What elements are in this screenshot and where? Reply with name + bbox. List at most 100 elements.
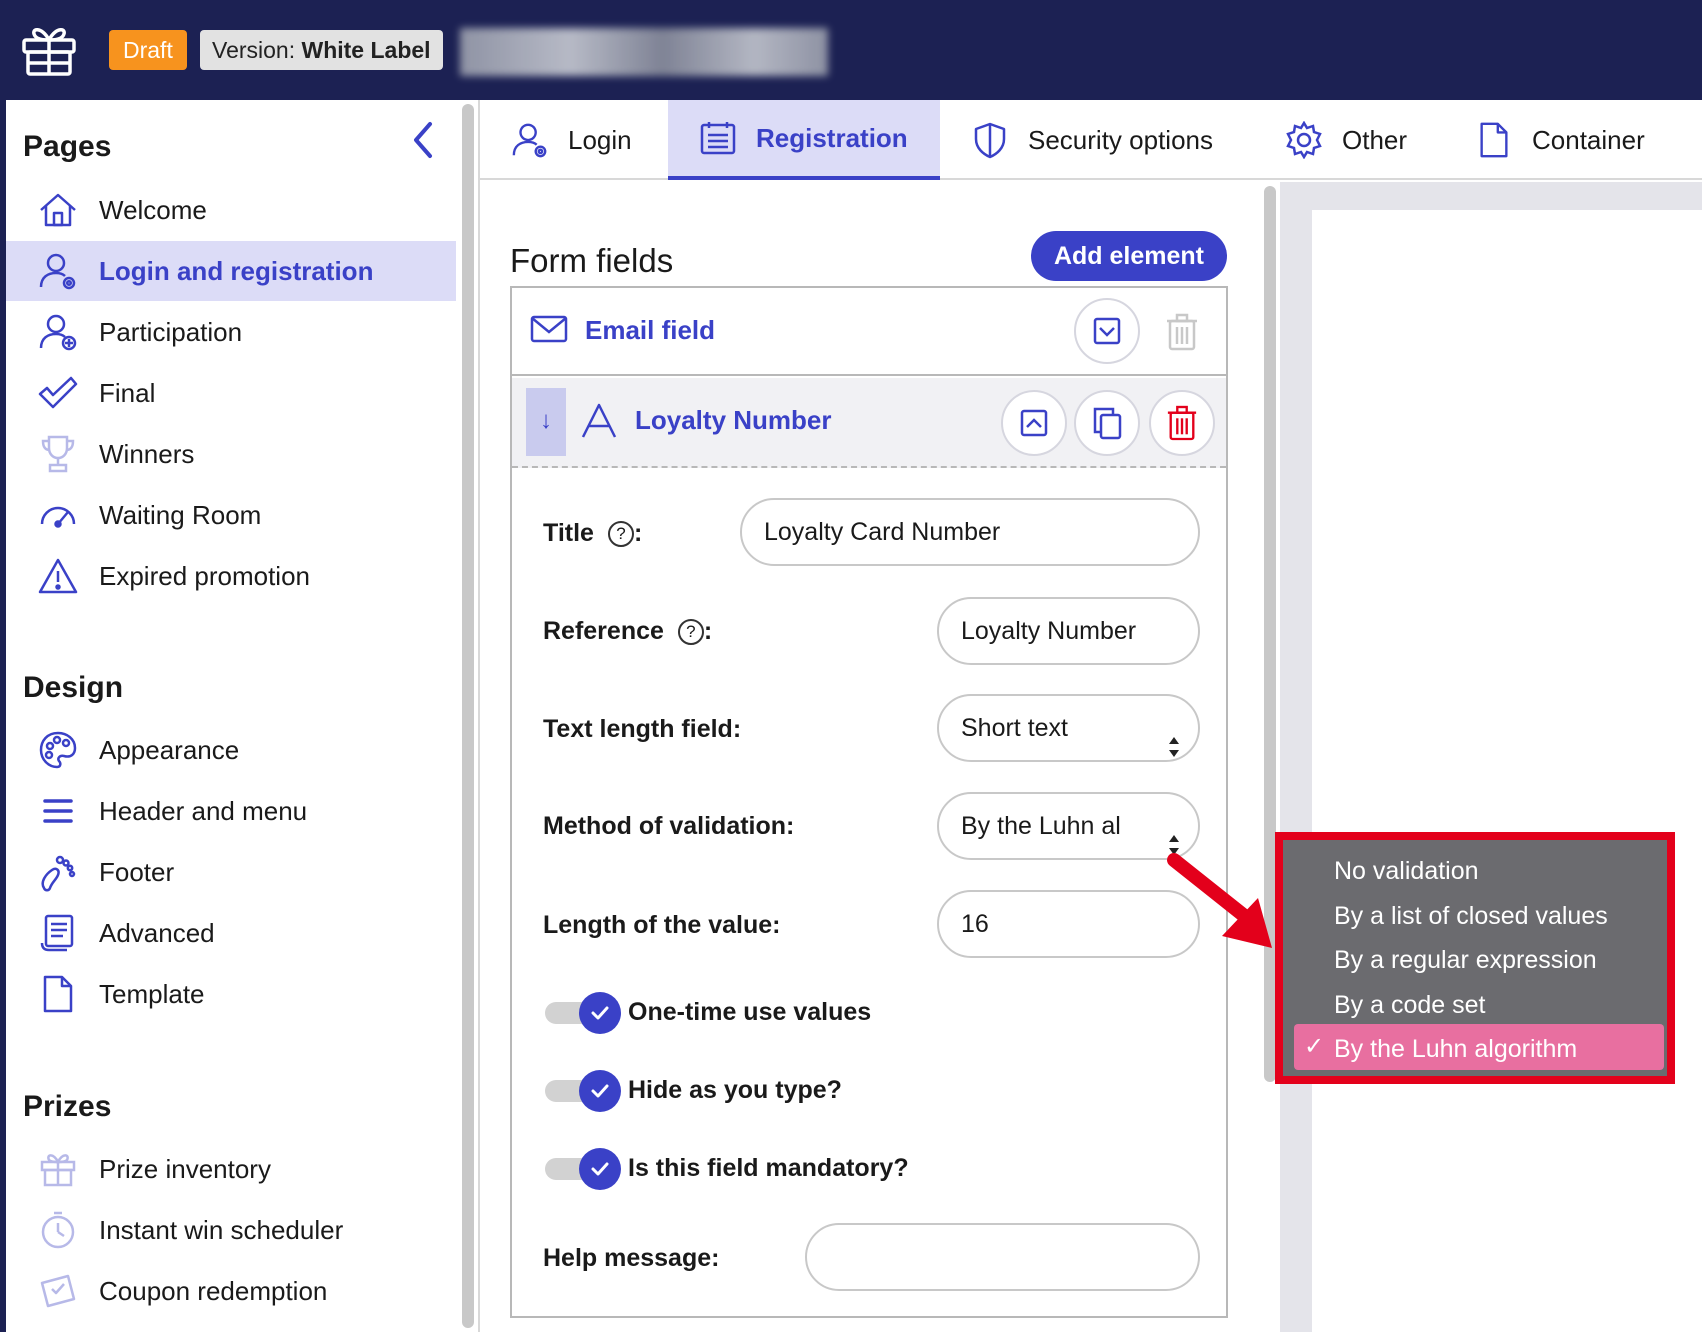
select-arrows-icon [1168,718,1180,757]
version-badge: Version: White Label [200,30,443,70]
sidebar-scrollbar[interactable] [462,104,474,1328]
tab-container[interactable]: Container [1474,100,1674,180]
sidebar-item-label: Footer [99,856,175,887]
preview-page [1312,210,1702,1332]
sidebar-item-appearance[interactable]: Appearance [6,720,456,780]
checkmark-icon: ✓ [1304,1033,1325,1060]
hide-as-you-type-label: Hide as you type? [628,1076,842,1104]
tab-login[interactable]: Login [510,100,670,180]
home-icon [37,189,79,231]
sidebar-item-template[interactable]: Template [6,964,456,1024]
reference-label-text: Reference [543,617,664,645]
sidebar-item-label: Winners [99,438,195,469]
menu-icon [37,790,79,832]
sidebar-item-header-and-menu[interactable]: Header and menu [6,781,456,841]
prizes-section-title: Prizes [23,1090,112,1123]
version-value: White Label [301,37,431,63]
validation-method-label: Method of validation: [543,812,795,840]
warning-icon [37,555,79,597]
dropdown-option-regular-expression[interactable]: By a regular expression [1334,946,1597,975]
value-length-label: Length of the value: [543,911,781,939]
version-prefix: Version: [212,37,296,63]
delete-button[interactable] [1149,390,1215,456]
sidebar-item-label: Instant win scheduler [99,1214,344,1245]
mandatory-toggle[interactable] [545,1148,625,1190]
envelope-icon [530,314,568,346]
tab-other[interactable]: Other [1284,100,1424,180]
mandatory-label: Is this field mandatory? [628,1154,909,1182]
tab-registration[interactable]: Registration [668,100,940,180]
title-label-colon: : [633,519,643,547]
sidebar-item-label: Appearance [99,734,240,765]
red-arrow-icon [1160,848,1290,958]
redacted-area [460,28,828,76]
gauge-icon [37,494,79,536]
main-divider [478,100,480,1332]
sidebar-item-waiting-room[interactable]: Waiting Room [6,485,456,545]
check-icon [579,1070,621,1112]
sidebar-item-welcome[interactable]: Welcome [6,180,456,240]
drag-handle[interactable]: ↓ [526,388,566,456]
sidebar-item-label: Welcome [99,194,207,225]
design-section-title: Design [23,671,124,704]
dropdown-option-closed-values[interactable]: By a list of closed values [1334,902,1608,931]
sidebar-item-label: Prize inventory [99,1153,271,1184]
dropdown-option-no-validation[interactable]: No validation [1334,857,1479,886]
duplicate-button[interactable] [1074,390,1140,456]
validation-method-value: By the Luhn al [961,812,1121,840]
help-message-input[interactable] [805,1223,1200,1291]
sidebar-item-instant-win-scheduler[interactable]: Instant win scheduler [6,1200,456,1260]
dropdown-option-code-set[interactable]: By a code set [1334,991,1485,1020]
text-field-icon [580,402,618,442]
sidebar-item-winners[interactable]: Winners [6,424,456,484]
sidebar-item-label: Waiting Room [99,499,262,530]
add-element-button[interactable]: Add element [1031,231,1227,281]
loyalty-field-name[interactable]: Loyalty Number [635,405,832,436]
sidebar-item-prize-inventory[interactable]: Prize inventory [6,1139,456,1199]
email-field-name[interactable]: Email field [585,315,715,346]
expand-button[interactable] [1074,298,1140,364]
hide-as-you-type-toggle[interactable] [545,1070,625,1112]
chevron-left-icon[interactable] [408,120,438,160]
sidebar-item-advanced[interactable]: Advanced [6,903,456,963]
trash-icon[interactable] [1162,311,1202,353]
tab-security-options[interactable]: Security options [970,100,1240,180]
trophy-icon [37,433,79,475]
sidebar-item-expired-promotion[interactable]: Expired promotion [6,546,456,606]
palette-icon [37,729,79,771]
scroll-icon [37,912,79,954]
text-length-label: Text length field: [543,715,742,743]
text-length-value: Short text [961,714,1068,742]
file-icon [37,973,79,1015]
text-length-select[interactable]: Short text [937,694,1200,762]
reference-label-colon: : [703,617,713,645]
one-time-use-toggle[interactable] [545,992,625,1034]
user-at-icon [37,250,79,292]
sidebar-item-footer[interactable]: Footer [6,842,456,902]
title-label-text: Title [543,519,594,547]
sidebar-item-final[interactable]: Final [6,363,456,423]
sidebar-item-label: Advanced [99,917,215,948]
ticket-icon [37,1270,79,1312]
sidebar-item-participation[interactable]: Participation [6,302,456,362]
form-icon [698,118,738,158]
help-icon[interactable]: ? [607,521,634,547]
collapse-button[interactable] [1001,390,1067,456]
sidebar-item-label: Login and registration [99,255,374,286]
form-fields-title: Form fields [510,242,674,279]
shield-icon [970,120,1010,160]
gift-icon[interactable] [18,18,80,80]
title-input[interactable]: Loyalty Card Number [740,498,1200,566]
reference-input[interactable]: Loyalty Number [937,597,1200,665]
help-icon[interactable]: ? [677,619,704,645]
select-arrows-icon [1168,816,1180,855]
help-message-label: Help message: [543,1244,720,1272]
user-at-icon [510,120,550,160]
sidebar-item-login-and-registration[interactable]: Login and registration [6,241,456,301]
top-bar: Draft Version: White Label [0,0,1702,100]
sidebar-item-label: Expired promotion [99,560,310,591]
tab-label: Login [568,124,632,155]
sidebar-item-coupon-redemption[interactable]: Coupon redemption [6,1261,456,1321]
tab-label: Other [1342,124,1408,155]
dropdown-option-luhn-algorithm[interactable]: By the Luhn algorithm [1334,1035,1577,1064]
